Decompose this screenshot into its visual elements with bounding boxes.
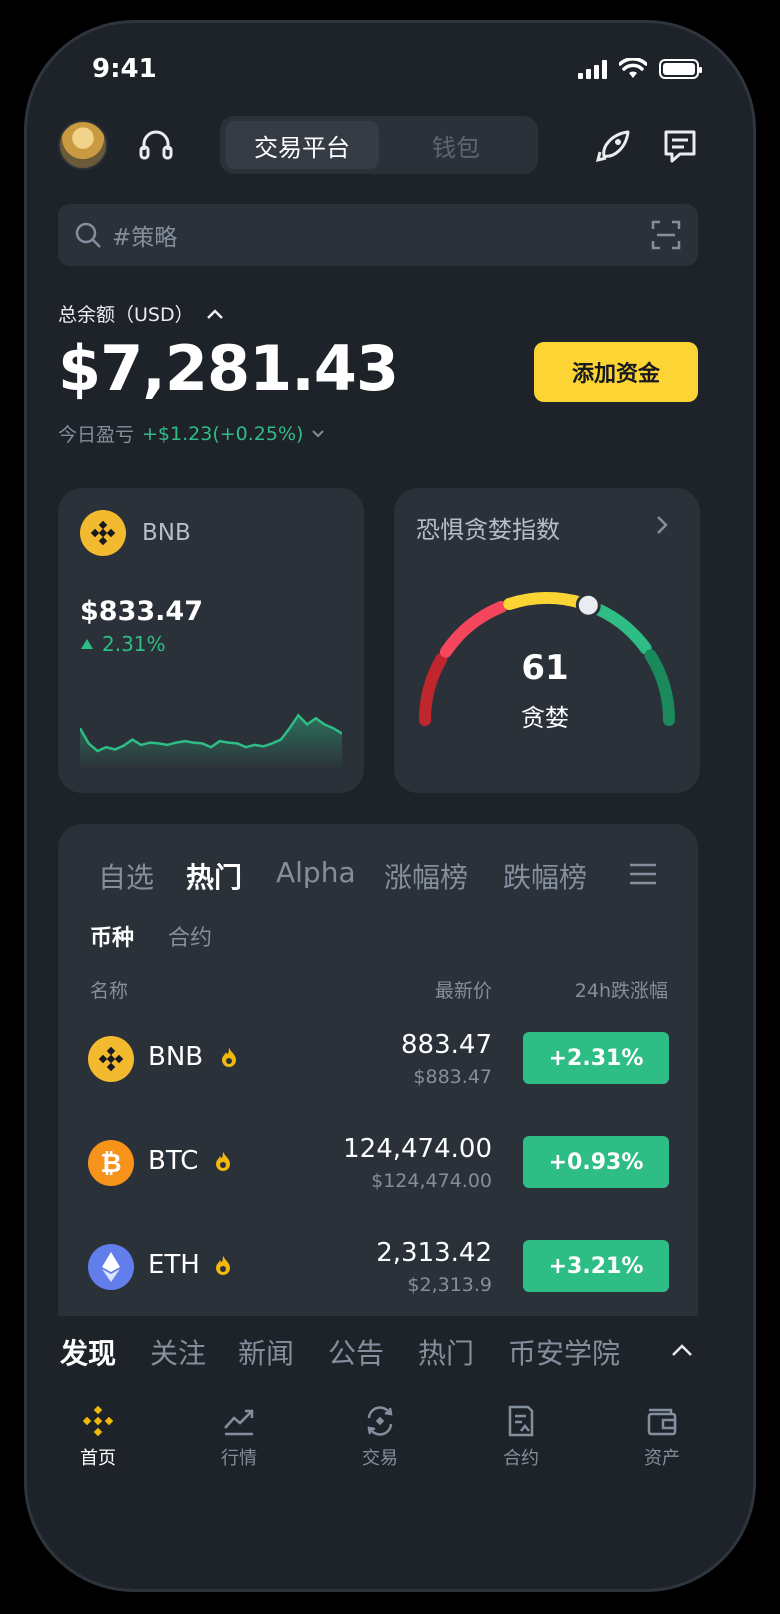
tab-news[interactable]: 新闻 [238,1332,294,1372]
chart-icon [224,1409,254,1436]
triangle-up-icon [81,639,93,649]
column-name[interactable]: 名称 [90,976,128,1003]
nav-assets[interactable]: 资产 [612,1404,712,1470]
pnl-label: 今日盈亏 [58,424,135,446]
search-bar[interactable]: #策略 [58,204,698,266]
row-price: 883.47 [401,1030,492,1060]
tab-losers[interactable]: 跌幅榜 [503,856,587,896]
tab-follow[interactable]: 关注 [150,1332,206,1372]
tab-trending[interactable]: 热门 [418,1332,474,1372]
chevron-up-icon [206,308,223,319]
bnb-sparkline [80,713,342,770]
fear-greed-title: 恐惧贪婪指数 [416,516,560,544]
row-change-badge[interactable]: +2.31% [523,1032,669,1084]
tab-hot[interactable]: 热门 [186,856,242,896]
tab-alpha[interactable]: Alpha [276,856,356,889]
row-price: 124,474.00 [343,1134,492,1164]
chevron-down-icon [312,429,325,437]
row-usd-price: $883.47 [413,1066,492,1088]
add-funds-button[interactable]: 添加资金 [534,342,698,402]
wifi-icon [619,58,647,78]
message-icon[interactable] [660,126,700,166]
chevron-right-icon [657,516,668,534]
nav-trade[interactable]: 交易 [330,1404,430,1470]
nav-home-label: 首页 [80,1448,116,1469]
nav-futures[interactable]: 合约 [471,1404,571,1470]
status-time: 9:41 [92,54,157,84]
row-usd-price: $124,474.00 [371,1170,492,1192]
nav-markets-label: 行情 [221,1448,257,1469]
subtab-futures[interactable]: 合约 [168,920,212,952]
nav-assets-label: 资产 [644,1448,680,1469]
row-symbol: BNB [148,1042,204,1072]
tab-gainers[interactable]: 涨幅榜 [384,856,468,896]
nav-trade-label: 交易 [362,1448,398,1469]
balance-label-text: 总余额（USD） [58,304,194,326]
chevron-up-icon[interactable] [670,1342,694,1358]
bnb-card-symbol: BNB [142,520,191,546]
bnb-logo-icon [80,510,126,556]
gauge-extreme-fear [418,653,448,726]
nav-futures-label: 合约 [503,1448,539,1469]
eth-logo-icon [88,1244,134,1290]
column-change[interactable]: 24h跌涨幅 [528,976,668,1003]
battery-icon [659,59,702,79]
row-symbol: BTC [148,1146,199,1176]
binance-logo-icon [82,1405,114,1437]
balance-label[interactable]: 总余额（USD） [58,300,224,327]
btc-logo-icon: ₿ [88,1140,134,1186]
tab-exchange[interactable]: 交易平台 [225,121,379,169]
gauge-neutral [503,592,587,610]
bnb-card-price: $833.47 [80,596,203,627]
row-change-badge[interactable]: +3.21% [523,1240,669,1292]
row-symbol: ETH [148,1250,200,1280]
flame-icon [216,1151,230,1171]
menu-icon[interactable] [628,862,658,886]
tab-discover[interactable]: 发现 [60,1332,116,1372]
signal-icon [578,59,607,79]
balance-amount: $7,281.43 [58,332,399,405]
column-price[interactable]: 最新价 [392,976,492,1003]
bnb-card-change: 2.31% [80,632,166,656]
futures-doc-icon [508,1405,534,1437]
flame-icon [216,1255,230,1275]
trade-swap-icon [367,1406,393,1436]
mode-switch: 交易平台 钱包 [220,116,538,174]
gauge-indicator [575,592,601,618]
gauge-fear [439,600,508,658]
sparkline-area [80,715,342,770]
bnb-card-change-value: 2.31% [102,632,166,656]
search-input[interactable]: #策略 [112,218,650,252]
tab-announcements[interactable]: 公告 [328,1332,384,1372]
rocket-icon[interactable] [594,126,634,166]
tab-academy[interactable]: 币安学院 [508,1332,620,1372]
wallet-icon [647,1408,677,1436]
nav-home[interactable]: 首页 [48,1404,148,1470]
headset-icon[interactable] [136,126,176,166]
fear-greed-label: 贪婪 [521,704,569,732]
status-icons [578,58,728,80]
discover-bar [27,1316,753,1378]
scan-icon[interactable] [650,219,682,251]
row-change-badge[interactable]: +0.93% [523,1136,669,1188]
tab-wallet[interactable]: 钱包 [379,121,533,169]
search-icon [75,222,101,248]
subtab-spot[interactable]: 币种 [90,920,134,952]
nav-markets[interactable]: 行情 [189,1404,289,1470]
bnb-logo-icon [88,1036,134,1082]
gauge-extreme-greed [644,649,676,726]
row-price: 2,313.42 [376,1238,492,1268]
avatar[interactable] [58,120,108,170]
fear-greed-value: 61 [521,648,569,688]
today-pnl[interactable]: 今日盈亏 +$1.23(+0.25%) [58,420,325,447]
row-usd-price: $2,313.9 [407,1274,492,1296]
pnl-value: +$1.23(+0.25%) [142,422,304,445]
tab-favorites[interactable]: 自选 [98,856,154,896]
